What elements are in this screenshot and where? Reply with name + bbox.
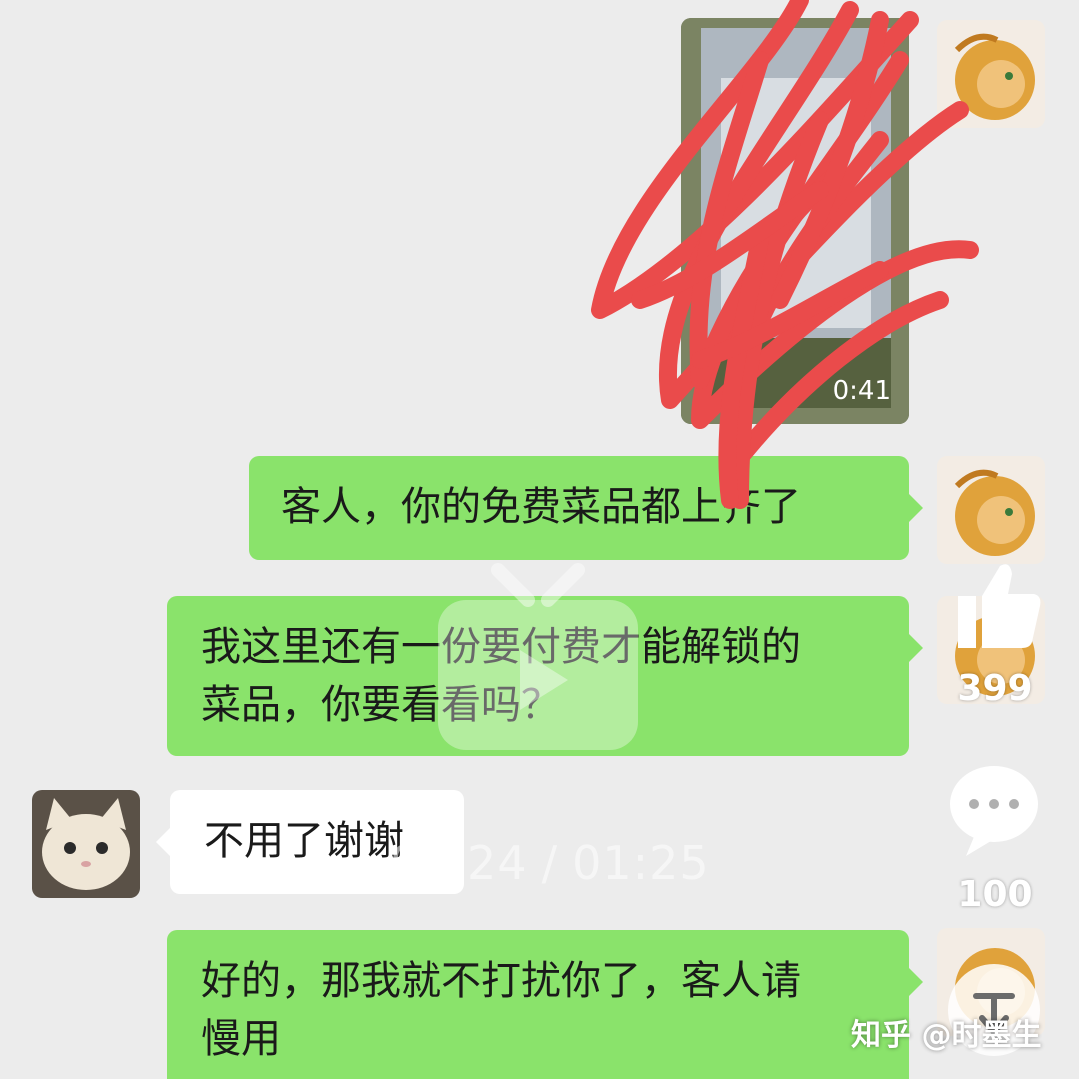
comment-count: 100 <box>957 874 1033 915</box>
playback-time: 00:24/01:25 <box>390 836 710 890</box>
message-text: 客人，你的免费菜品都上齐了 <box>281 484 801 530</box>
sender-avatar[interactable] <box>937 456 1045 564</box>
cat-avatar-icon <box>32 790 140 898</box>
zhihu-watermark: 知乎 @时墨生 <box>851 1018 1042 1053</box>
lion-avatar-icon <box>937 456 1045 564</box>
video-thumbnail <box>681 18 909 424</box>
sender-avatar[interactable] <box>937 20 1045 128</box>
like-icon[interactable] <box>948 556 1044 652</box>
like-count: 399 <box>957 668 1033 709</box>
bilibili-logo-watermark <box>438 563 638 750</box>
bubble-tail <box>909 494 923 522</box>
video-message[interactable]: 0:41 <box>681 18 909 424</box>
time-separator: / <box>541 836 559 890</box>
message-bubble-outgoing[interactable]: 客人，你的免费菜品都上齐了 <box>249 456 923 560</box>
bubble-tail <box>909 634 923 662</box>
comment-icon[interactable] <box>946 762 1042 858</box>
total-time: 01:25 <box>572 836 710 890</box>
message-bubble-outgoing[interactable]: 好的，那我就不打扰你了，客人请 慢用 <box>167 930 923 1079</box>
bubble-tail <box>909 968 923 996</box>
video-duration: 0:41 <box>832 376 891 406</box>
bubble-tail <box>156 828 170 856</box>
receiver-avatar[interactable] <box>32 790 140 898</box>
current-time: 00:24 <box>390 836 528 890</box>
message-text-line: 好的，那我就不打扰你了，客人请 <box>201 958 801 1004</box>
lion-avatar-icon <box>937 20 1045 128</box>
message-text-line: 慢用 <box>201 1016 281 1062</box>
